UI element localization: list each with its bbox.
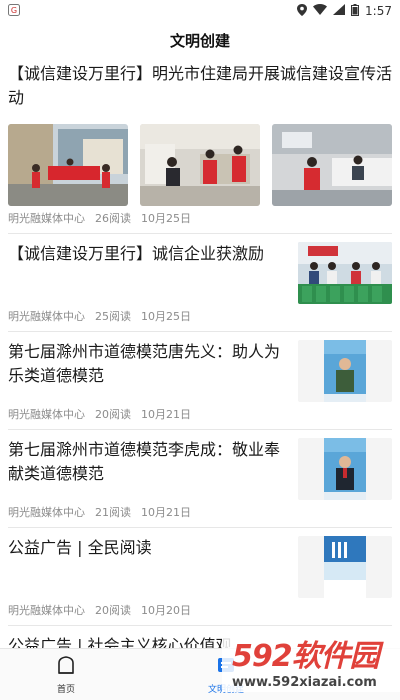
article-title: 公益广告 | 全民阅读 <box>8 538 152 557</box>
article-reads: 25阅读 <box>95 310 131 323</box>
article-title: 第七届滁州市道德模范唐先义：助人为乐类道德模范 <box>8 342 281 385</box>
article-date: 10月25日 <box>141 310 191 323</box>
article-item[interactable]: 第七届滁州市道德模范李虎成：敬业奉献类道德模范 明光融媒体中心 21阅读 10月… <box>8 430 392 528</box>
article-photo <box>140 124 260 206</box>
article-reads: 26阅读 <box>95 212 131 225</box>
battery-icon <box>351 3 360 19</box>
article-meta: 明光融媒体中心 21阅读 10月21日 <box>8 504 191 520</box>
article-item[interactable]: 第七届滁州市道德模范唐先义：助人为乐类道德模范 明光融媒体中心 20阅读 10月… <box>8 332 392 430</box>
article-thumbnail <box>298 438 392 500</box>
status-bar: G 1:57 <box>0 0 400 22</box>
app-notification-icon: G <box>8 3 20 19</box>
article-source: 明光融媒体中心 <box>8 408 85 421</box>
nav-home-label: 首页 <box>56 684 75 695</box>
location-icon <box>297 3 308 19</box>
article-source: 明光融媒体中心 <box>8 310 85 323</box>
article-date: 10月21日 <box>141 408 191 421</box>
article-title: 第七届滁州市道德模范李虎成：敬业奉献类道德模范 <box>8 440 281 483</box>
article-item[interactable]: 公益广告 | 全民阅读 明光融媒体中心 20阅读 10月20日 <box>8 528 392 626</box>
article-item[interactable]: 【诚信建设万里行】明光市住建局开展诚信建设宣传活动 明光融媒体中心 26阅读 1… <box>8 62 392 234</box>
article-thumbnail <box>298 242 392 304</box>
article-thumbnail <box>298 536 392 598</box>
article-source: 明光融媒体中心 <box>8 604 85 617</box>
watermark-url: www.592xiazai.com <box>232 674 377 690</box>
article-photo <box>8 124 128 206</box>
wifi-icon <box>313 4 328 18</box>
signal-icon <box>333 4 346 18</box>
article-photo <box>272 124 392 206</box>
article-images <box>8 124 392 206</box>
article-source: 明光融媒体中心 <box>8 212 85 225</box>
article-meta: 明光融媒体中心 20阅读 10月20日 <box>8 602 191 618</box>
watermark-logo: 592软件园 <box>232 638 380 674</box>
page-title: 文明创建 <box>169 31 230 50</box>
watermark: 592软件园 www.592xiazai.com <box>222 628 400 692</box>
article-reads: 21阅读 <box>95 506 131 519</box>
article-meta: 明光融媒体中心 20阅读 10月21日 <box>8 406 191 422</box>
article-reads: 20阅读 <box>95 604 131 617</box>
article-date: 10月21日 <box>141 506 191 519</box>
article-date: 10月20日 <box>141 604 191 617</box>
article-source: 明光融媒体中心 <box>8 506 85 519</box>
article-thumbnail <box>298 340 392 402</box>
article-reads: 20阅读 <box>95 408 131 421</box>
home-icon <box>56 655 76 679</box>
article-meta: 明光融媒体中心 25阅读 10月25日 <box>8 308 191 324</box>
nav-home[interactable]: 首页 <box>16 649 116 700</box>
article-meta: 明光融媒体中心 26阅读 10月25日 <box>8 210 191 226</box>
article-item[interactable]: 【诚信建设万里行】诚信企业获激励 明光融媒体中心 25阅读 10月25日 <box>8 234 392 332</box>
svg-text:G: G <box>11 6 17 15</box>
article-date: 10月25日 <box>141 212 191 225</box>
news-feed[interactable]: 【诚信建设万里行】明光市住建局开展诚信建设宣传活动 明光融媒体中心 26阅读 1… <box>0 56 400 648</box>
article-title: 【诚信建设万里行】诚信企业获激励 <box>8 244 265 263</box>
status-time: 1:57 <box>365 4 392 18</box>
app-bar: 文明创建 <box>0 24 400 56</box>
article-title: 【诚信建设万里行】明光市住建局开展诚信建设宣传活动 <box>8 64 393 107</box>
